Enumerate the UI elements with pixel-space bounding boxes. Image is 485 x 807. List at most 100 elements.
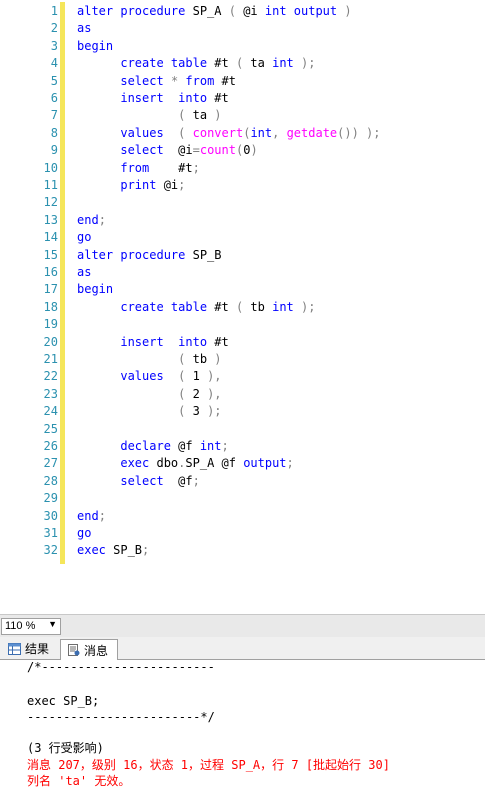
code-token: #t	[149, 160, 193, 175]
line-number: 26	[43, 439, 58, 453]
line-number: 10	[43, 160, 58, 175]
messages-pane[interactable]: /*------------------------ exec SP_B; ----…	[0, 660, 485, 807]
line-number: 18	[43, 299, 58, 314]
code-token: )	[214, 352, 222, 366]
message-line: (3 行受影响)	[27, 741, 104, 755]
code-token: ()) );	[337, 125, 381, 140]
code-token: output	[243, 456, 287, 471]
code-token: SP_B	[105, 543, 143, 558]
line-number: 22	[43, 369, 58, 384]
line-number: 30	[43, 508, 58, 523]
zoom-dropdown[interactable]: 110 % ▼	[1, 618, 61, 635]
line-number: 20	[43, 334, 58, 349]
code-token: SP_B	[185, 247, 222, 262]
zoom-bar: 110 % ▼	[0, 614, 485, 637]
code-line: print @i;	[77, 177, 185, 194]
code-token: ,	[272, 125, 287, 140]
code-token: ),	[207, 386, 222, 401]
code-token: int	[272, 299, 294, 314]
code-token: from	[185, 73, 215, 88]
line-number: 9	[50, 143, 58, 158]
message-line: exec SP_B;	[27, 694, 100, 708]
line-number: 16	[43, 265, 58, 279]
line-number: 17	[43, 282, 58, 297]
code-token: int	[250, 125, 273, 140]
code-line: declare @f int;	[77, 438, 228, 455]
code-token: #t	[207, 334, 229, 349]
code-token: ;	[192, 473, 200, 488]
tab-messages[interactable]: 消息	[60, 639, 118, 660]
code-token: SP_A	[185, 4, 229, 18]
message-line: ------------------------*/	[27, 710, 215, 724]
line-number-gutter: 1 2 3 4 5 6 7 8 9 10 11 12 13 14 15 16 17 18 19 20 21 22 23 24 2…	[0, 0, 66, 614]
code-line: exec dbo.SP_A @f output;	[77, 455, 294, 472]
code-token: =	[192, 143, 200, 158]
code-line: end;	[77, 212, 106, 229]
code-token: @i	[163, 143, 193, 158]
code-token: alter procedure	[77, 4, 186, 18]
line-number: 32	[43, 543, 58, 558]
line-number: 3	[50, 38, 58, 53]
line-number: 24	[43, 404, 58, 419]
code-token: ;	[192, 160, 200, 175]
code-token: into	[178, 91, 208, 105]
error-message-line: 消息 207，级别 16，状态 1，过程 SP_A，行 7 [批起始行 30]	[27, 758, 390, 772]
code-token: int output	[264, 4, 338, 18]
code-token: int	[272, 56, 294, 71]
code-token: alter procedure	[77, 247, 186, 262]
line-number: 4	[50, 56, 58, 71]
line-number: 6	[50, 91, 58, 105]
code-area[interactable]: alter procedure SP_A ( @i int output ) as…	[70, 0, 485, 614]
line-number: 12	[43, 195, 58, 210]
line-number: 8	[50, 125, 58, 140]
code-token: convert	[192, 125, 244, 140]
line-number: 7	[50, 108, 58, 123]
code-token: end	[77, 212, 99, 227]
code-line: ( 2 ),	[77, 386, 222, 403]
code-token: )	[250, 143, 258, 158]
code-token: go	[77, 230, 92, 245]
line-number: 31	[43, 526, 58, 540]
code-line: begin	[77, 281, 113, 298]
code-token: int	[199, 439, 222, 453]
code-token: create table	[77, 299, 208, 314]
code-token: declare	[77, 439, 171, 453]
code-token: print	[77, 178, 157, 192]
code-token: create table	[77, 56, 208, 71]
code-token: ;	[286, 456, 294, 471]
code-line: insert into #t	[77, 90, 229, 107]
code-token: #t	[207, 56, 236, 71]
code-token: exec	[77, 456, 150, 471]
grid-icon	[8, 642, 21, 655]
code-editor[interactable]: 1 2 3 4 5 6 7 8 9 10 11 12 13 14 15 16 17 18 19 20 21 22 23 24 2…	[0, 0, 485, 614]
code-token: ta	[243, 56, 273, 71]
code-line: select @i=count(0)	[77, 142, 258, 159]
line-number: 13	[43, 212, 58, 227]
code-line: exec SP_B;	[77, 542, 149, 559]
chevron-down-icon[interactable]: ▼	[48, 619, 57, 629]
code-token: count	[199, 143, 236, 158]
tab-results[interactable]: 结果	[2, 639, 60, 658]
code-token: tb	[243, 299, 273, 314]
code-line: alter procedure SP_A ( @i int output )	[77, 3, 352, 20]
code-line: end;	[77, 508, 106, 525]
code-token: SP_A @f	[185, 456, 244, 471]
code-token: select	[77, 73, 164, 88]
message-line: /*------------------------	[27, 660, 215, 674]
code-token: end	[77, 508, 99, 523]
code-token: tb	[185, 352, 215, 366]
code-line: go	[77, 525, 91, 542]
code-token: #t	[207, 91, 229, 105]
code-token: #t	[214, 73, 236, 88]
code-token: @f	[163, 473, 193, 488]
line-number: 28	[43, 473, 58, 488]
code-token: select	[77, 473, 164, 488]
code-token: into	[178, 334, 208, 349]
tab-results-label: 结果	[25, 642, 50, 656]
code-line: ( ta )	[77, 107, 221, 124]
